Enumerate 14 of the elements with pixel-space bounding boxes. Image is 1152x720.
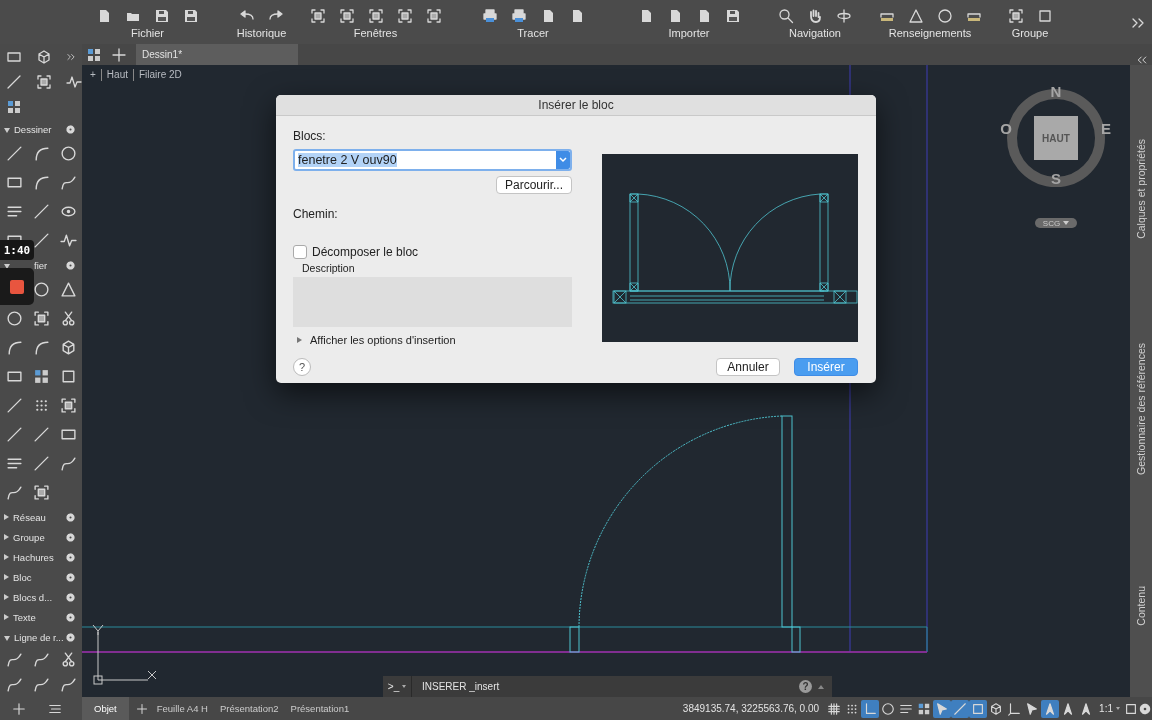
ribbon-group-label: Groupe — [1011, 27, 1049, 39]
field-label: Description — [302, 262, 356, 274]
ribbon-group-label: Navigation — [789, 27, 841, 39]
dialog-title: Insérer le bloc — [276, 95, 876, 116]
coordinates-readout: 3849135.74, 3225563.76, 0.00 — [682, 703, 820, 714]
ribbon-group-label: Fenêtres — [353, 27, 398, 39]
ribbon-group-label: Tracer — [517, 27, 549, 39]
ribbon-group-label: Historique — [236, 27, 287, 39]
ribbon-group-label: Importer — [668, 27, 710, 39]
recording-timer-toast: 1:40 — [0, 240, 34, 260]
ribbon-group-label: Fichier — [131, 27, 164, 39]
ribbon-group-label: Renseignements — [888, 27, 972, 39]
field-label: Chemin: — [293, 207, 339, 221]
field-label: Blocs: — [293, 129, 327, 143]
